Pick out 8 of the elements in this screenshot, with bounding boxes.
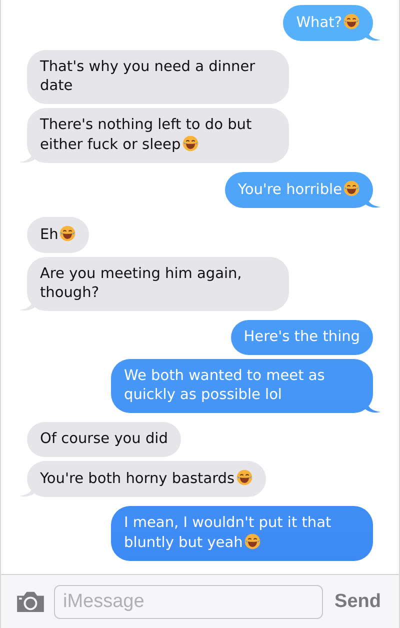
message-bubble: I mean, I wouldn't put it that bluntly but yeah <box>111 506 373 561</box>
message-bubble: Here's the thing <box>230 320 373 355</box>
message-bubble: That's why you need a dinner date <box>27 50 289 104</box>
send-button[interactable]: Send <box>330 590 385 612</box>
message-input-field[interactable]: iMessage <box>54 584 323 618</box>
message-bubble: Eh <box>27 217 90 253</box>
message-bubble: Of course you did <box>27 422 181 457</box>
camera-icon[interactable] <box>15 590 46 613</box>
